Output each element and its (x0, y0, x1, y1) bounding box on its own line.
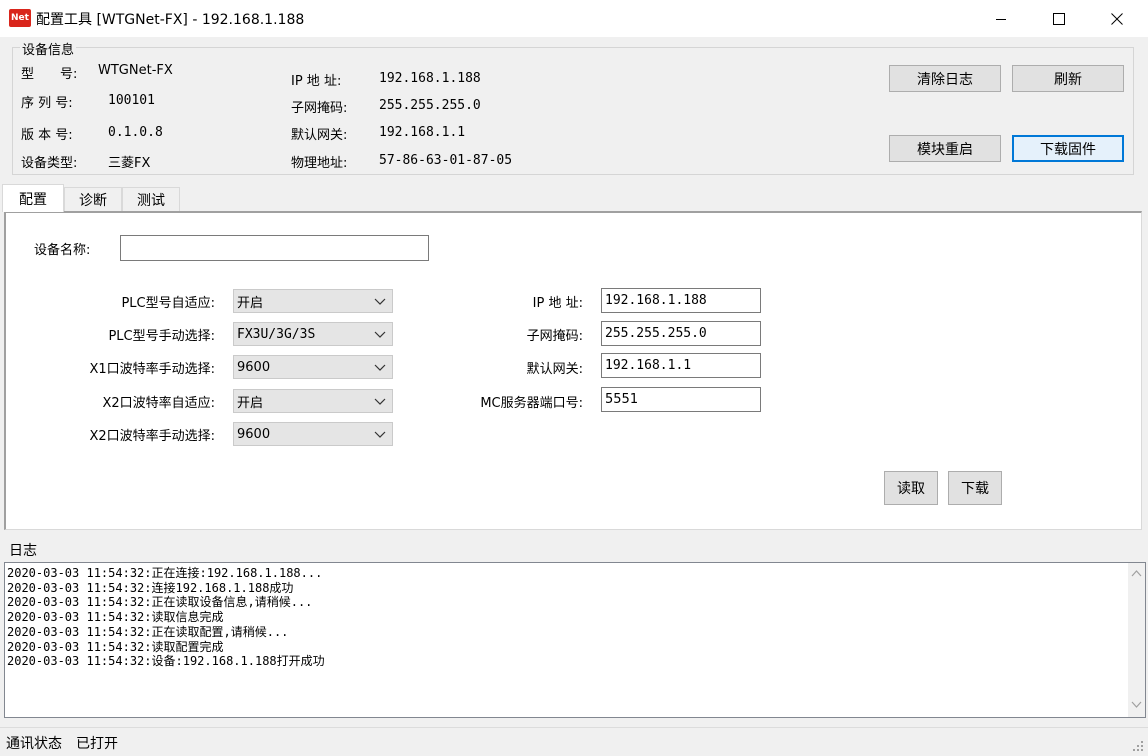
info-ip-label: IP 地 址: (291, 74, 342, 89)
log-title: 日志 (9, 543, 37, 559)
refresh-button[interactable]: 刷新 (1012, 65, 1124, 92)
cfg-ip-label: IP 地 址: (532, 296, 583, 311)
version-value: 0.1.0.8 (108, 125, 163, 140)
version-label: 版 本 号: (21, 128, 73, 143)
chevron-down-icon (374, 398, 386, 405)
close-button[interactable] (1094, 0, 1140, 37)
plc-manual-label: PLC型号手动选择: (108, 329, 215, 344)
x2-auto-select[interactable]: 开启 (233, 389, 393, 413)
chevron-down-icon (374, 331, 386, 338)
info-gateway-value: 192.168.1.1 (379, 125, 466, 140)
plc-auto-select[interactable]: 开启 (233, 289, 393, 313)
mc-port-label: MC服务器端口号: (480, 396, 583, 411)
info-ip-value: 192.168.1.188 (379, 71, 481, 86)
device-name-label: 设备名称: (34, 243, 91, 258)
chevron-down-icon (374, 431, 386, 438)
minimize-icon (996, 18, 1006, 20)
x2-baud-select[interactable]: 9600 (233, 422, 393, 446)
config-panel: 设备名称: PLC型号自适应: 开启 PLC型号手动选择: FX3U/3G/3S… (4, 211, 1142, 530)
log-line: 2020-03-03 11:54:32:正在读取设备信息,请稍候... (7, 595, 313, 610)
cfg-gateway-label: 默认网关: (526, 362, 583, 377)
tab-test[interactable]: 测试 (122, 187, 180, 211)
status-value: 已打开 (76, 736, 118, 752)
scroll-down-icon[interactable] (1131, 701, 1142, 709)
minimize-button[interactable] (978, 0, 1024, 37)
log-line: 2020-03-03 11:54:32:正在读取配置,请稍候... (7, 624, 289, 639)
plc-manual-value: FX3U/3G/3S (237, 326, 316, 342)
mc-port-input[interactable]: 5551 (601, 387, 761, 412)
cfg-ip-input[interactable]: 192.168.1.188 (601, 288, 761, 313)
title-bar: Net 配置工具 [WTGNet-FX] - 192.168.1.188 (0, 0, 1148, 37)
log-line: 2020-03-03 11:54:32:连接192.168.1.188成功 (7, 580, 294, 595)
info-mac-value: 57-86-63-01-87-05 (379, 153, 513, 168)
x2-auto-value: 开启 (237, 395, 264, 411)
tab-config[interactable]: 配置 (2, 184, 64, 212)
scroll-up-icon[interactable] (1131, 569, 1142, 577)
x1-baud-label: X1口波特率手动选择: (89, 362, 215, 377)
log-line: 2020-03-03 11:54:32:设备:192.168.1.188打开成功 (7, 654, 325, 669)
reboot-module-button[interactable]: 模块重启 (889, 135, 1001, 162)
chevron-down-icon (374, 298, 386, 305)
tab-diagnostics[interactable]: 诊断 (64, 187, 122, 211)
log-scrollbar[interactable] (1128, 563, 1145, 717)
info-mask-label: 子网掩码: (291, 101, 348, 116)
resize-grip-icon[interactable] (1132, 740, 1144, 752)
x2-baud-value: 9600 (237, 426, 271, 442)
download-button[interactable]: 下载 (948, 471, 1002, 505)
x1-baud-select[interactable]: 9600 (233, 355, 393, 379)
app-icon: Net (9, 9, 31, 27)
model-value: WTGNet-FX (98, 63, 173, 78)
x2-baud-label: X2口波特率手动选择: (89, 429, 215, 444)
log-line: 2020-03-03 11:54:32:正在连接:192.168.1.188..… (7, 566, 323, 580)
log-lines: 2020-03-03 11:54:32:正在连接:192.168.1.188..… (7, 566, 325, 669)
info-gateway-label: 默认网关: (291, 128, 348, 143)
device-type-value: 三菱FX (108, 156, 151, 171)
serial-label: 序 列 号: (21, 96, 73, 111)
plc-auto-label: PLC型号自适应: (121, 296, 215, 311)
download-firmware-button[interactable]: 下载固件 (1012, 135, 1124, 162)
maximize-icon (1053, 12, 1065, 25)
window-title: 配置工具 [WTGNet-FX] - 192.168.1.188 (36, 12, 305, 28)
cfg-mask-input[interactable]: 255.255.255.0 (601, 321, 761, 346)
x1-baud-value: 9600 (237, 359, 271, 375)
plc-auto-value: 开启 (237, 295, 264, 311)
log-line: 2020-03-03 11:54:32:读取信息完成 (7, 610, 224, 625)
device-name-input[interactable] (120, 235, 429, 261)
status-label: 通讯状态 (6, 736, 62, 752)
info-mac-label: 物理地址: (291, 156, 348, 171)
clear-log-button[interactable]: 清除日志 (889, 65, 1001, 92)
log-line: 2020-03-03 11:54:32:读取配置完成 (7, 639, 224, 654)
x2-auto-label: X2口波特率自适应: (102, 396, 215, 411)
info-mask-value: 255.255.255.0 (379, 98, 481, 113)
status-bar: 通讯状态 已打开 (0, 727, 1148, 756)
read-button[interactable]: 读取 (884, 471, 938, 505)
cfg-mask-label: 子网掩码: (526, 329, 583, 344)
chevron-down-icon (374, 364, 386, 371)
close-icon (1111, 12, 1123, 25)
serial-value: 100101 (108, 93, 155, 108)
cfg-gateway-input[interactable]: 192.168.1.1 (601, 353, 761, 378)
device-type-label: 设备类型: (21, 156, 78, 171)
log-textarea[interactable]: 2020-03-03 11:54:32:正在连接:192.168.1.188..… (4, 562, 1146, 718)
device-info-title: 设备信息 (20, 39, 77, 58)
plc-manual-select[interactable]: FX3U/3G/3S (233, 322, 393, 346)
model-label: 型 号: (21, 67, 78, 82)
maximize-button[interactable] (1036, 0, 1082, 37)
